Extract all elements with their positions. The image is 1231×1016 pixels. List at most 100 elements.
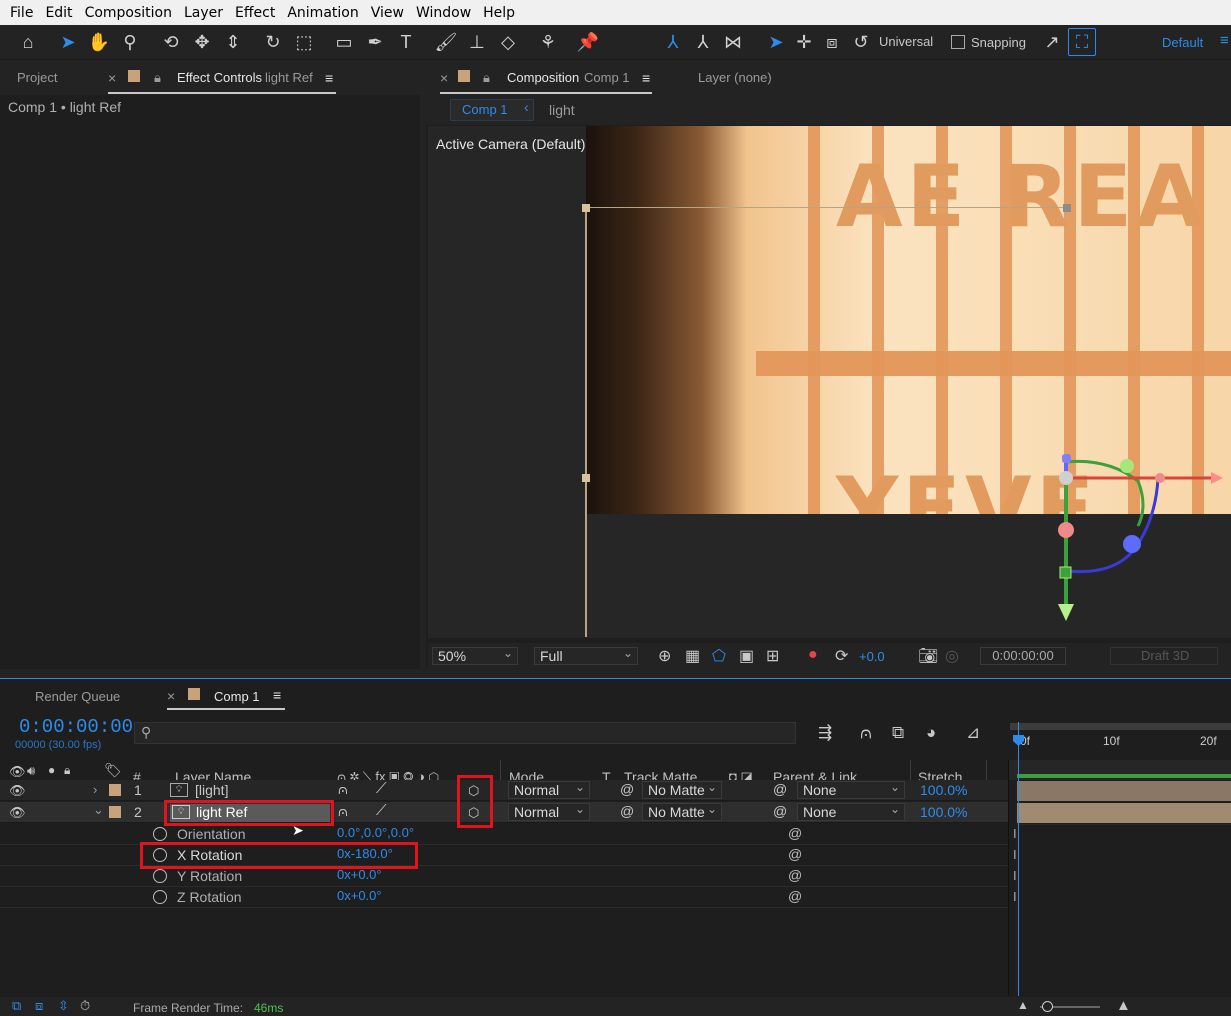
world-axis-icon[interactable]: ⅄ xyxy=(689,28,717,56)
track-matte-link-icon[interactable]: @ xyxy=(620,803,634,819)
stopwatch-icon[interactable] xyxy=(153,890,167,904)
zoom-in-icon[interactable]: ▲ xyxy=(1116,997,1131,1014)
current-time[interactable]: 0:00:00:00 xyxy=(19,716,133,738)
parent-pickwhip-icon[interactable]: @ xyxy=(773,781,787,797)
graph-editor-icon[interactable]: ⊿ xyxy=(966,723,980,743)
layer-search-input[interactable]: ⚲ xyxy=(134,722,796,744)
expression-pickwhip-icon[interactable]: @ xyxy=(788,867,802,883)
comp-mini-flowchart-icon[interactable]: ⇶ xyxy=(818,723,832,743)
quality-switch-icon[interactable]: ⟋ xyxy=(376,802,387,819)
shy-switch-icon[interactable]: ⩀ xyxy=(338,781,348,798)
3d-select-icon[interactable]: ➤ xyxy=(762,28,790,56)
stopwatch-icon[interactable] xyxy=(153,827,167,841)
menu-animation[interactable]: Animation xyxy=(281,5,364,21)
track-matte-link-icon[interactable]: @ xyxy=(620,781,634,797)
menu-file[interactable]: File xyxy=(4,5,39,21)
reset-exposure-icon[interactable]: ⟳ xyxy=(835,646,848,666)
close-icon[interactable]: × xyxy=(440,70,448,86)
tab-render-queue[interactable]: Render Queue xyxy=(35,689,120,704)
eraser-tool-icon[interactable]: ◇ xyxy=(494,28,522,56)
lock-column-icon[interactable]: 🔒︎ xyxy=(64,763,70,778)
snapping-checkbox[interactable] xyxy=(951,35,965,49)
menu-layer[interactable]: Layer xyxy=(178,5,229,21)
flow-comp-button[interactable]: Comp 1 xyxy=(462,102,508,117)
expression-pickwhip-icon[interactable]: @ xyxy=(788,846,802,862)
orbit-camera-icon[interactable]: ⟲ xyxy=(157,28,185,56)
light-handle-mid[interactable] xyxy=(582,474,590,482)
menu-window[interactable]: Window xyxy=(410,5,477,21)
stretch-value[interactable]: 100.0% xyxy=(920,782,967,798)
frame-blending-icon[interactable]: ⧉ xyxy=(892,723,904,743)
3d-scale-icon[interactable]: ⧈ xyxy=(818,28,846,56)
selection-tool-icon[interactable]: ➤ xyxy=(54,28,82,56)
render-time-toggle-icon[interactable]: ⏱︎ xyxy=(80,998,90,1014)
label-tag-icon[interactable]: 🏷︎ xyxy=(104,762,122,779)
video-eye-icon[interactable]: 👁︎ xyxy=(9,764,26,780)
tab-comp-name[interactable]: Comp 1 xyxy=(584,70,630,85)
workspace-default[interactable]: Default xyxy=(1162,35,1203,50)
stopwatch-icon[interactable] xyxy=(153,869,167,883)
extend-viewer-icon[interactable]: ⛶ xyxy=(1068,28,1096,56)
roto-brush-icon[interactable]: ⚘ xyxy=(534,28,562,56)
exposure-value[interactable]: +0.0 xyxy=(859,649,885,664)
tab-effect-controls[interactable]: Effect Controls xyxy=(177,70,262,85)
solo-icon[interactable]: ● xyxy=(48,763,55,777)
rotation-tool-icon[interactable]: ↻ xyxy=(259,28,287,56)
workspace-menu-icon[interactable]: ≡ xyxy=(1220,32,1229,49)
pen-tool-icon[interactable]: ✒ xyxy=(361,28,389,56)
expand-chevron-icon[interactable]: › xyxy=(93,782,97,797)
clone-stamp-icon[interactable]: ⊥ xyxy=(463,28,491,56)
snapshot-icon[interactable]: 📷︎ xyxy=(918,646,938,666)
property-value[interactable]: 0.0°,0.0°,0.0° xyxy=(337,825,414,840)
viewer-timecode[interactable]: 0:00:00:00 xyxy=(980,647,1066,665)
3d-move-icon[interactable]: ✛ xyxy=(790,28,818,56)
motion-blur-icon[interactable]: ◕ xyxy=(926,723,936,743)
tab-composition[interactable]: Composition xyxy=(507,70,579,85)
lock-icon[interactable]: 🔒︎ xyxy=(483,70,490,86)
menu-effect[interactable]: Effect xyxy=(229,5,281,21)
panel-menu-icon[interactable]: ≡ xyxy=(273,687,281,703)
collapse-chevron-icon[interactable]: ⌄ xyxy=(93,802,104,818)
dolly-camera-icon[interactable]: ⇕ xyxy=(219,28,247,56)
stretch-value[interactable]: 100.0% xyxy=(920,804,967,820)
transfer-controls-toggle-icon[interactable]: ⧈ xyxy=(35,998,43,1014)
local-axis-icon[interactable]: ⅄ xyxy=(659,28,687,56)
region-of-interest-icon[interactable]: ▣ xyxy=(739,646,754,666)
panel-menu-icon[interactable]: ≡ xyxy=(325,70,333,86)
quality-switch-icon[interactable]: ⟋ xyxy=(376,780,387,797)
mode-dropdown[interactable]: Normal xyxy=(508,801,590,821)
zoom-dropdown[interactable]: 50% xyxy=(432,645,518,665)
3d-rotate-icon[interactable]: ↺ xyxy=(847,28,875,56)
rotation-gizmo[interactable] xyxy=(1028,446,1228,626)
tab-effect-controls-layer[interactable]: light Ref xyxy=(265,70,313,85)
lock-icon[interactable]: 🔒︎ xyxy=(154,70,161,86)
puppet-pin-icon[interactable]: 📌 xyxy=(574,28,602,56)
zoom-tool-icon[interactable]: ⚲ xyxy=(116,28,144,56)
zoom-out-icon[interactable]: ▲ xyxy=(1017,998,1029,1012)
timeline-zoom-handle[interactable] xyxy=(1042,1001,1053,1012)
light-handle-target[interactable] xyxy=(1063,204,1071,212)
visibility-eye-icon[interactable]: 👁︎ xyxy=(9,805,26,821)
close-icon[interactable]: × xyxy=(167,688,175,704)
audio-icon[interactable]: 🔊︎ xyxy=(27,763,35,779)
close-icon[interactable]: × xyxy=(108,70,116,86)
time-ruler[interactable]: 0f 10f 20f xyxy=(1010,723,1231,753)
transparency-grid-icon[interactable]: ▦ xyxy=(685,646,700,666)
brush-tool-icon[interactable]: 🖌 xyxy=(432,28,460,56)
menu-help[interactable]: Help xyxy=(477,5,521,21)
parent-dropdown[interactable]: None xyxy=(797,779,905,799)
draft-3d-button[interactable]: Draft 3D xyxy=(1110,647,1218,665)
property-value[interactable]: 0x+0.0° xyxy=(337,867,382,882)
parent-pickwhip-icon[interactable]: @ xyxy=(773,803,787,819)
layer-1-duration-bar[interactable] xyxy=(1017,781,1231,801)
view-axis-icon[interactable]: ⋈ xyxy=(719,28,747,56)
tab-comp[interactable]: Comp 1 xyxy=(214,689,260,704)
panel-menu-icon[interactable]: ≡ xyxy=(642,70,650,86)
property-value[interactable]: 0x+0.0° xyxy=(337,888,382,903)
layer-label-swatch[interactable] xyxy=(109,784,121,796)
hand-tool-icon[interactable]: ✋ xyxy=(85,28,113,56)
pan-behind-icon[interactable]: ⬚ xyxy=(290,28,318,56)
light-handle-top[interactable] xyxy=(582,204,590,212)
layer-2-duration-bar[interactable] xyxy=(1017,803,1231,823)
track-matte-dropdown[interactable]: No Matte xyxy=(642,779,722,799)
